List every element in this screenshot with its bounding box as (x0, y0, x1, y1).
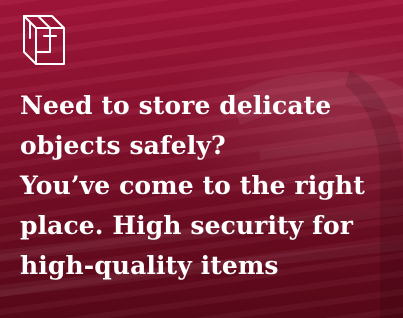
headline-line-2: objects safely? (20, 131, 226, 160)
box-package-icon (16, 10, 74, 68)
promo-banner: Need to store delicate objects safely? Y… (0, 0, 403, 318)
headline-line-5: high-quality items (20, 251, 279, 280)
headline: Need to store delicate objects safely? Y… (20, 86, 400, 286)
headline-line-3: You’ve come to the right (20, 171, 365, 200)
headline-line-4: place. High security for (20, 211, 354, 240)
headline-line-1: Need to store delicate (20, 91, 332, 120)
